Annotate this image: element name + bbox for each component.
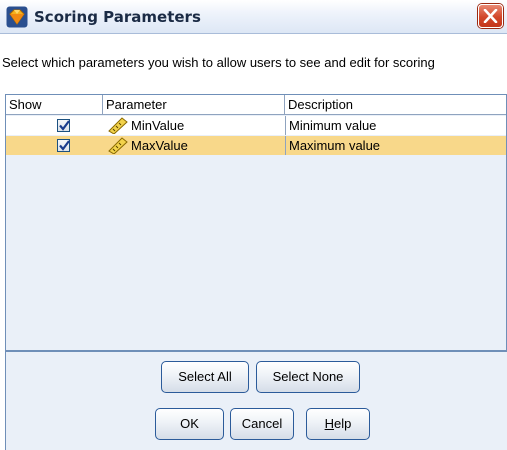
show-checkbox[interactable]: [57, 119, 70, 132]
table-row[interactable]: MinValue Minimum value: [6, 116, 506, 135]
select-none-button[interactable]: Select None: [256, 361, 360, 393]
parameters-table: Show Parameter Description MinValue Mini…: [5, 94, 507, 351]
instructions-text: Select which parameters you wish to allo…: [2, 55, 435, 70]
dialog-content: Select which parameters you wish to allo…: [0, 34, 507, 450]
close-button[interactable]: [478, 4, 503, 28]
ruler-icon: [108, 137, 128, 155]
help-button[interactable]: Help: [306, 408, 370, 440]
table-row[interactable]: MaxValue Maximum value: [6, 136, 506, 155]
parameter-description: Maximum value: [285, 136, 506, 155]
title-bar[interactable]: Scoring Parameters: [0, 0, 507, 34]
select-all-button[interactable]: Select All: [161, 361, 249, 393]
table-header: Show Parameter Description: [6, 95, 506, 115]
scoring-parameters-dialog: Scoring Parameters Select which paramete…: [0, 0, 507, 450]
app-gem-icon: [6, 6, 28, 28]
checkmark-icon: [59, 140, 70, 151]
checkmark-icon: [59, 120, 70, 131]
help-mnemonic: H: [324, 416, 335, 431]
button-panel: Select All Select None OK Cancel Help: [5, 351, 507, 450]
close-icon: [483, 9, 498, 23]
parameter-name: MaxValue: [131, 138, 188, 153]
ruler-icon: [108, 117, 128, 135]
parameter-name: MinValue: [131, 118, 185, 133]
column-header-parameter[interactable]: Parameter: [103, 95, 285, 115]
parameter-description: Minimum value: [285, 116, 506, 135]
column-header-description[interactable]: Description: [285, 95, 506, 115]
window-title: Scoring Parameters: [34, 8, 201, 26]
column-header-show[interactable]: Show: [6, 95, 103, 115]
help-label-rest: elp: [334, 416, 352, 431]
show-checkbox[interactable]: [57, 139, 70, 152]
cancel-button[interactable]: Cancel: [230, 408, 294, 440]
ok-button[interactable]: OK: [155, 408, 224, 440]
